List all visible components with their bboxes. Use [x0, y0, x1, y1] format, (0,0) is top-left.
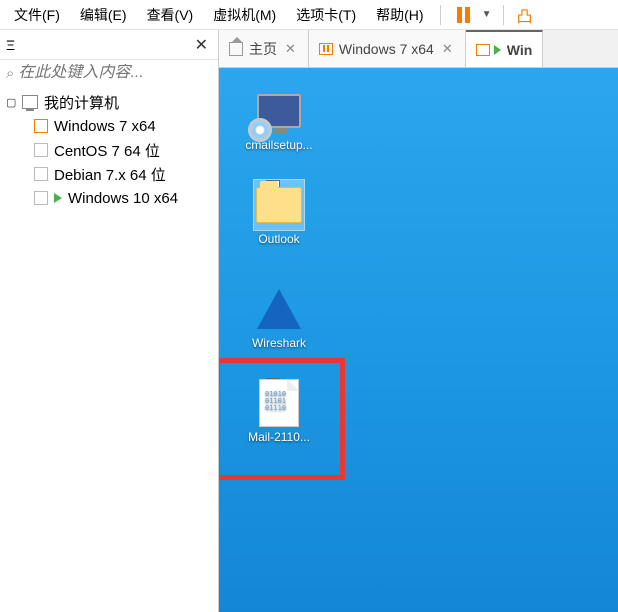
vm-icon	[476, 44, 490, 56]
sidebar-title: Ξ	[6, 37, 15, 53]
menu-bar: 文件(F) 编辑(E) 查看(V) 虚拟机(M) 选项卡(T) 帮助(H) ▼ …	[0, 0, 618, 30]
vm-label: CentOS 7 64 位	[54, 140, 160, 161]
tab-label: Windows 7 x64	[339, 41, 434, 57]
toolbar-button[interactable]: 凸	[510, 3, 538, 27]
desktop-icon-wireshark[interactable]: Wireshark	[239, 284, 319, 350]
chevron-down-icon[interactable]: ▼	[476, 9, 498, 20]
tree-item-debian[interactable]: Debian 7.x 64 位	[2, 162, 216, 186]
toolbar-separator	[440, 5, 441, 25]
vm-desktop[interactable]: cmailsetup... Outlook Wireshark ✓ 010100…	[219, 68, 618, 612]
vm-icon	[34, 143, 48, 157]
menu-vm[interactable]: 虚拟机(M)	[203, 1, 286, 29]
tree-root-label: 我的计算机	[44, 92, 119, 113]
search-input[interactable]	[18, 64, 226, 82]
close-icon[interactable]: ✕	[440, 41, 455, 57]
tree-item-centos[interactable]: CentOS 7 64 位	[2, 138, 216, 162]
close-icon[interactable]: ✕	[191, 35, 212, 55]
tab-bar: 主页 ✕ Windows 7 x64 ✕ Win	[219, 30, 618, 68]
tab-win10[interactable]: Win	[466, 30, 544, 67]
wireshark-icon	[254, 284, 304, 334]
search-icon: ⌕	[6, 65, 14, 82]
menu-tabs[interactable]: 选项卡(T)	[286, 1, 366, 29]
vm-tree: ▢ 我的计算机 Windows 7 x64 CentOS 7 64 位 Debi…	[0, 86, 218, 612]
toolbar-separator	[503, 5, 504, 25]
tab-win7[interactable]: Windows 7 x64 ✕	[309, 30, 466, 67]
desktop-icon-cmailsetup[interactable]: cmailsetup...	[239, 86, 319, 152]
vm-label: Windows 10 x64	[68, 190, 178, 207]
vm-icon	[319, 43, 333, 55]
icon-label: Wireshark	[239, 336, 319, 350]
installer-icon	[254, 86, 304, 136]
menu-file[interactable]: 文件(F)	[4, 1, 70, 29]
tab-label: 主页	[249, 39, 277, 59]
vm-icon	[34, 119, 48, 133]
play-icon	[54, 193, 62, 203]
play-icon	[494, 45, 501, 55]
pause-icon[interactable]	[451, 7, 476, 23]
host-icon	[22, 95, 38, 109]
collapse-icon[interactable]: ▢	[6, 96, 20, 109]
menu-edit[interactable]: 编辑(E)	[70, 1, 137, 29]
icon-label: cmailsetup...	[239, 138, 319, 152]
vm-icon	[34, 167, 48, 181]
tab-home[interactable]: 主页 ✕	[219, 30, 309, 67]
desktop-icon-outlook[interactable]: Outlook	[239, 180, 319, 246]
tab-label: Win	[507, 42, 533, 58]
sidebar-header: Ξ ✕	[0, 30, 218, 60]
folder-icon	[254, 180, 304, 230]
icon-label: Outlook	[239, 232, 319, 246]
sidebar: Ξ ✕ ⌕ ▼ ▢ 我的计算机 Windows 7 x64 CentOS 7 6…	[0, 30, 219, 612]
home-icon	[229, 42, 243, 56]
content-area: 主页 ✕ Windows 7 x64 ✕ Win cmailsetup...	[219, 30, 618, 612]
vm-icon	[34, 191, 48, 205]
highlight-box	[219, 358, 345, 480]
tree-root[interactable]: ▢ 我的计算机	[2, 90, 216, 114]
search-row: ⌕ ▼	[0, 60, 218, 86]
menu-view[interactable]: 查看(V)	[137, 1, 204, 29]
vm-label: Debian 7.x 64 位	[54, 164, 166, 185]
vm-label: Windows 7 x64	[54, 118, 156, 135]
tree-item-win10[interactable]: Windows 10 x64	[2, 186, 216, 210]
close-icon[interactable]: ✕	[283, 41, 298, 57]
menu-help[interactable]: 帮助(H)	[366, 1, 433, 29]
tree-item-win7[interactable]: Windows 7 x64	[2, 114, 216, 138]
